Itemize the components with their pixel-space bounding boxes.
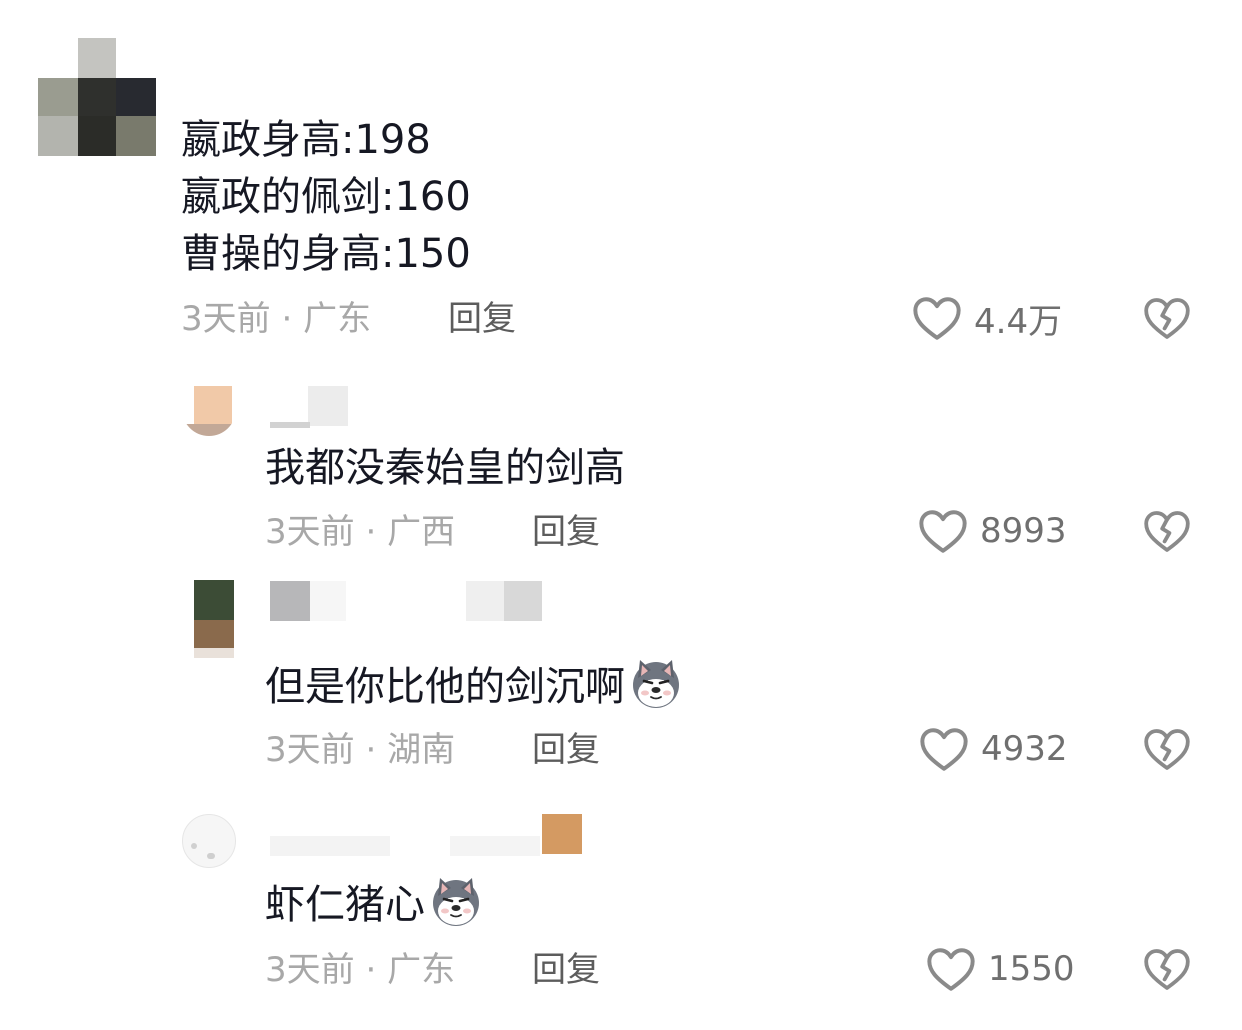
like-count: 4932	[981, 729, 1068, 769]
comment-text-line: 嬴政身高:198	[181, 117, 431, 163]
comment-meta: 3天前 · 广西	[265, 512, 455, 552]
like-button[interactable]: 4.4万	[912, 294, 1062, 342]
heart-outline-icon	[913, 297, 961, 340]
comment-text-line: 曹操的身高:150	[181, 231, 471, 277]
like-count: 4.4万	[974, 301, 1063, 342]
comment-time: 3天前	[265, 950, 355, 990]
reply-button[interactable]: 回复	[448, 299, 516, 339]
meta-separator: ·	[365, 730, 388, 770]
comment-location: 广西	[387, 512, 456, 552]
heart-outline-icon	[927, 948, 975, 991]
like-count: 1550	[988, 949, 1075, 989]
meta-separator: ·	[365, 950, 388, 990]
comment-text: 虾仁猪心	[265, 882, 425, 928]
broken-heart-icon[interactable]	[1143, 946, 1191, 992]
meta-separator: ·	[281, 299, 304, 339]
username-blurred[interactable]	[270, 581, 545, 621]
broken-heart-icon[interactable]	[1143, 295, 1191, 341]
reply-button[interactable]: 回复	[532, 512, 600, 552]
reply-button[interactable]: 回复	[532, 950, 600, 990]
heart-outline-icon	[919, 510, 967, 553]
comment-location: 广东	[387, 950, 456, 990]
comment-meta: 3天前 · 广东	[265, 950, 455, 990]
broken-heart-icon[interactable]	[1143, 726, 1191, 772]
comment-text-line: 嬴政的佩剑:160	[181, 174, 471, 220]
avatar[interactable]	[38, 38, 156, 156]
comment-time: 3天前	[265, 730, 355, 770]
comment-time: 3天前	[181, 299, 271, 339]
comment-meta: 3天前 · 广东	[181, 299, 371, 339]
comment-location: 广东	[303, 299, 372, 339]
avatar[interactable]	[182, 814, 236, 868]
comment-meta: 3天前 · 湖南	[265, 730, 455, 770]
like-button[interactable]: 4932	[919, 725, 1068, 773]
avatar[interactable]	[194, 580, 234, 658]
comment-text-line: 虾仁猪心	[265, 874, 483, 934]
heart-outline-icon	[920, 728, 968, 771]
username-blurred[interactable]	[270, 814, 585, 862]
husky-emoji-icon	[633, 660, 679, 708]
like-button[interactable]: 1550	[926, 945, 1075, 993]
meta-separator: ·	[365, 512, 388, 552]
comment-text: 但是你比他的剑沉啊	[265, 664, 625, 710]
comment-item: 嬴政身高:198 嬴政的佩剑:160 曹操的身高:150 3天前 · 广东 回复…	[0, 0, 1242, 360]
comment-text-line: 我都没秦始皇的剑高	[265, 445, 625, 491]
username-blurred[interactable]	[270, 386, 350, 428]
avatar[interactable]	[182, 386, 236, 436]
like-count: 8993	[980, 511, 1067, 551]
comment-location: 湖南	[387, 730, 456, 770]
comment-text-line: 但是你比他的剑沉啊	[265, 656, 683, 716]
husky-emoji-icon	[433, 878, 479, 926]
reply-button[interactable]: 回复	[532, 730, 600, 770]
comment-time: 3天前	[265, 512, 355, 552]
like-button[interactable]: 8993	[918, 507, 1067, 555]
broken-heart-icon[interactable]	[1143, 508, 1191, 554]
